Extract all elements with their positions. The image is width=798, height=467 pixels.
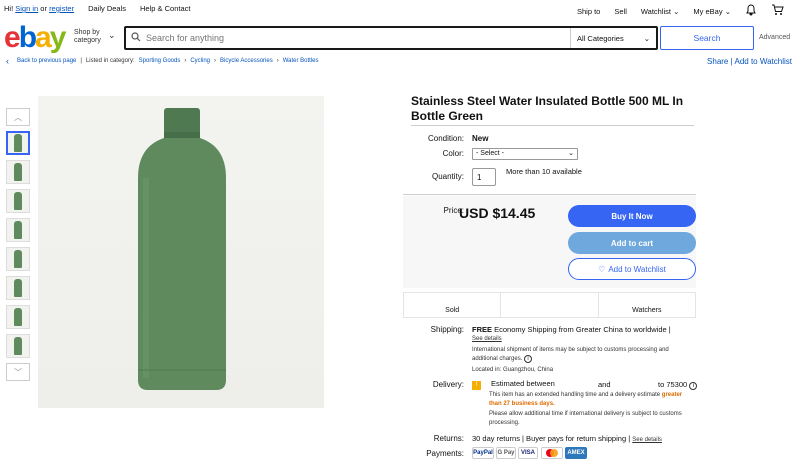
help-contact-link[interactable]: Help & Contact	[140, 4, 190, 13]
divider	[411, 125, 694, 126]
greeting: Hi! Sign in or register	[4, 4, 75, 13]
search-icon	[126, 31, 146, 45]
sell-link[interactable]: Sell	[614, 7, 627, 16]
thumbnail[interactable]	[6, 334, 30, 358]
thumbnail[interactable]	[6, 160, 30, 184]
ship-to-link[interactable]: Ship to	[577, 7, 600, 16]
thumbnail-strip: ︿ ﹀	[6, 108, 30, 381]
shipping-label: Shipping:	[430, 325, 464, 334]
paypal-icon: PayPal	[472, 447, 494, 459]
breadcrumb-item[interactable]: Cycling	[190, 58, 210, 64]
shop-by-category[interactable]: Shop by category ⌄	[74, 29, 116, 45]
search-bar: All Categories⌄	[124, 26, 658, 50]
bottle-image	[138, 108, 226, 390]
delivery-note: This item has an extended handling time …	[489, 392, 683, 407]
mastercard-icon	[541, 447, 563, 459]
chevron-down-icon[interactable]: ﹀	[6, 363, 30, 381]
category-label: category	[74, 37, 101, 44]
add-to-cart-button[interactable]: Add to cart	[568, 232, 696, 254]
advanced-search-link[interactable]: Advanced	[759, 34, 790, 41]
breadcrumb-item[interactable]: Bicycle Accessories	[220, 58, 273, 64]
stats-row: Sold Watchers	[403, 292, 696, 318]
quantity-input[interactable]: 1	[472, 168, 496, 186]
category-select[interactable]: All Categories ⌄	[570, 28, 656, 48]
breadcrumb-item[interactable]: Water Bottles	[283, 58, 319, 64]
breadcrumb: ‹ Back to previous page | Listed in cate…	[6, 56, 319, 66]
search-input[interactable]	[146, 28, 570, 48]
back-link[interactable]: Back to previous page	[17, 58, 76, 64]
thumbnail[interactable]	[6, 276, 30, 300]
chevron-right-icon: ›	[276, 58, 279, 64]
daily-deals-link[interactable]: Daily Deals	[88, 4, 126, 13]
price-value: USD $14.45	[459, 205, 536, 221]
breadcrumb-item[interactable]: Sporting Goods	[139, 58, 181, 64]
thumbnail[interactable]	[6, 131, 30, 155]
back-arrow-icon[interactable]: ‹	[6, 56, 9, 66]
thumbnail[interactable]	[6, 189, 30, 213]
share-watchlist: Share | Add to Watchlist	[707, 57, 792, 66]
sold-stat: Sold	[404, 293, 502, 317]
info-icon[interactable]: i	[689, 382, 698, 390]
buy-it-now-button[interactable]: Buy It Now	[568, 205, 696, 227]
thumbnail[interactable]	[6, 218, 30, 242]
google-pay-icon: G Pay	[496, 447, 516, 459]
separator: |	[80, 58, 82, 64]
chevron-down-icon: ⌄	[568, 150, 574, 157]
thumbnail[interactable]	[6, 247, 30, 271]
my-ebay-menu[interactable]: My eBay ⌄	[693, 7, 731, 16]
delivery-zip: to 75300 i	[658, 380, 698, 390]
color-label: Color:	[442, 149, 464, 158]
chevron-right-icon: ›	[214, 58, 217, 64]
chevron-down-icon: ⌄	[673, 6, 680, 16]
shop-by-label: Shop by	[74, 29, 100, 36]
amex-icon: AMEX	[565, 447, 587, 459]
color-select[interactable]: - Select - ⌄	[472, 148, 578, 160]
delivery-label: Delivery:	[432, 380, 464, 389]
quantity-label: Quantity:	[431, 172, 464, 181]
chevron-right-icon: ›	[184, 58, 187, 64]
price-label: Price:	[443, 206, 464, 215]
stat-empty	[501, 293, 599, 317]
watchlist-menu[interactable]: Watchlist ⌄	[641, 7, 680, 16]
warning-icon: !	[472, 381, 481, 390]
shipping-note: International shipment of items may be s…	[472, 347, 669, 363]
add-to-watchlist-link[interactable]: Add to Watchlist	[734, 57, 792, 66]
info-icon[interactable]: i	[524, 355, 533, 363]
cart-icon[interactable]	[771, 4, 784, 18]
returns-label: Returns:	[433, 434, 464, 443]
shipping-info: FREE Economy Shipping from Greater China…	[472, 325, 671, 334]
returns-see-details-link[interactable]: See details	[632, 437, 662, 443]
returns-info: 30 day returns | Buyer pays for return s…	[472, 434, 662, 443]
listed-in-label: Listed in category:	[85, 58, 135, 64]
ebay-logo[interactable]: ebay	[4, 22, 66, 54]
condition-label: Condition:	[427, 134, 464, 143]
shipping-see-details-link[interactable]: See details	[472, 335, 502, 344]
sign-in-link[interactable]: Sign in	[15, 4, 38, 13]
delivery-note-2: Please allow additional time if internat…	[489, 411, 682, 426]
heart-icon: ♡	[598, 264, 606, 274]
delivery-and: and	[598, 380, 611, 389]
chevron-up-icon[interactable]: ︿	[6, 108, 30, 126]
share-link[interactable]: Share	[707, 57, 728, 66]
notification-bell-icon[interactable]	[745, 4, 757, 18]
search-button[interactable]: Search	[660, 26, 754, 50]
divider	[403, 194, 696, 195]
chevron-down-icon: ⌄	[724, 6, 731, 16]
register-link[interactable]: register	[49, 4, 74, 13]
chevron-down-icon: ⌄	[643, 33, 650, 43]
watchers-stat: Watchers	[632, 307, 662, 314]
location-text: Located in: Guangzhou, China	[472, 367, 554, 373]
thumbnail[interactable]	[6, 305, 30, 329]
visa-icon: VISA	[518, 447, 538, 459]
condition-value: New	[472, 134, 489, 143]
chevron-down-icon: ⌄	[108, 30, 116, 40]
product-image[interactable]	[38, 96, 324, 408]
top-bar: Hi! Sign in or register Daily Deals Help…	[0, 0, 798, 18]
availability-text: More than 10 available	[506, 167, 582, 176]
product-title: Stainless Steel Water Insulated Bottle 5…	[411, 94, 684, 123]
payments-label: Payments:	[426, 449, 464, 458]
add-to-watchlist-button[interactable]: ♡ Add to Watchlist	[568, 258, 696, 280]
